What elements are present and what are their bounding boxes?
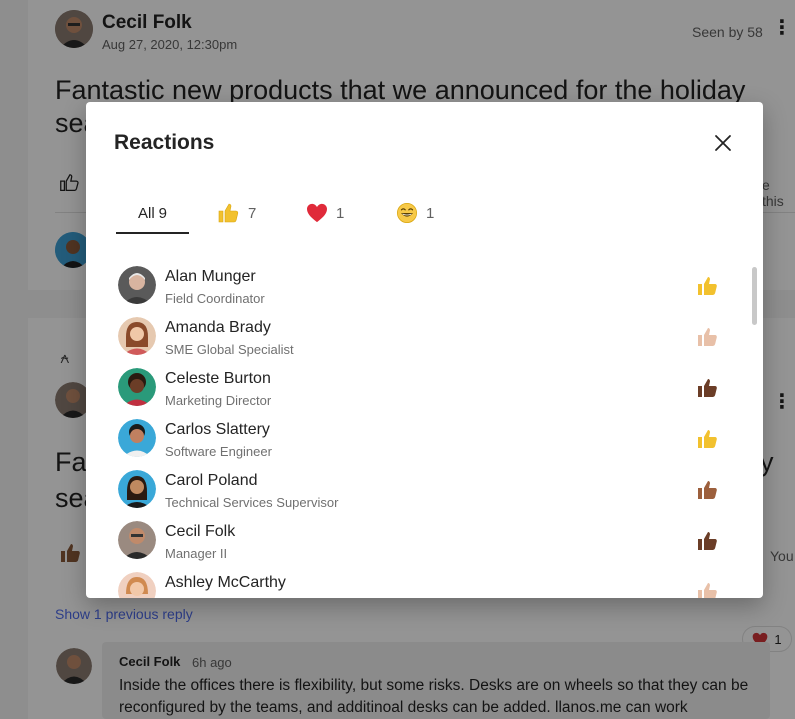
tab-laugh-count: 1 [426, 204, 435, 222]
laugh-icon [397, 203, 417, 223]
list-item[interactable]: Amanda Brady SME Global Specialist [86, 311, 746, 362]
dialog-title: Reactions [114, 131, 215, 154]
tab-all-label: All [137, 204, 155, 222]
avatar [118, 266, 156, 304]
tab-heart-count: 1 [336, 204, 345, 222]
list-item[interactable]: Ashley McCarthy [86, 566, 746, 598]
person-name: Celeste Burton [165, 370, 271, 387]
person-title: Field Coordinator [165, 291, 265, 306]
person-title: Software Engineer [165, 444, 272, 459]
avatar [118, 317, 156, 355]
person-name: Carol Poland [165, 472, 258, 489]
thumbs-up-icon [698, 430, 717, 448]
list-item[interactable]: Carol Poland Technical Services Supervis… [86, 464, 746, 515]
person-name: Amanda Brady [165, 319, 271, 336]
person-name: Ashley McCarthy [165, 574, 286, 591]
thumbs-up-icon [698, 583, 717, 598]
person-title: SME Global Specialist [165, 342, 294, 357]
avatar [118, 419, 156, 457]
close-icon[interactable] [712, 132, 734, 154]
thumbs-up-icon [698, 379, 717, 397]
avatar [118, 470, 156, 508]
thumbs-up-icon [698, 328, 717, 346]
tab-heart[interactable]: 1 [306, 192, 344, 234]
person-title: Marketing Director [165, 393, 272, 408]
thumbs-up-icon [698, 532, 717, 550]
list-item[interactable]: Cecil Folk Manager II [86, 515, 746, 566]
list-item[interactable]: Celeste Burton Marketing Director [86, 362, 746, 413]
person-title: Technical Services Supervisor [165, 495, 339, 510]
person-title: Manager II [165, 546, 228, 561]
thumbs-up-icon [218, 203, 239, 223]
tab-all[interactable]: All 9 [116, 192, 189, 234]
avatar [118, 521, 156, 559]
person-name: Carlos Slattery [165, 421, 270, 438]
avatar [118, 368, 156, 406]
thumbs-up-icon [698, 481, 717, 499]
tab-like-count: 7 [248, 204, 257, 222]
tab-underline [116, 232, 189, 234]
thumbs-up-icon [698, 277, 717, 295]
avatar [118, 572, 156, 598]
heart-icon [307, 203, 327, 223]
list-item[interactable]: Alan Munger Field Coordinator [86, 260, 746, 311]
tab-laugh[interactable]: 1 [396, 192, 434, 234]
reactions-dialog: Reactions All 9 7 1 1 Alan Munger Field [86, 102, 763, 598]
person-name: Alan Munger [165, 268, 256, 285]
reactions-list[interactable]: Alan Munger Field Coordinator Amanda Bra… [86, 260, 746, 598]
scrollbar-thumb[interactable] [752, 267, 757, 325]
tab-like[interactable]: 7 [216, 192, 256, 234]
tab-all-count: 9 [158, 204, 167, 222]
reaction-tabs: All 9 7 1 1 [116, 192, 434, 234]
person-name: Cecil Folk [165, 523, 236, 540]
list-item[interactable]: Carlos Slattery Software Engineer [86, 413, 746, 464]
